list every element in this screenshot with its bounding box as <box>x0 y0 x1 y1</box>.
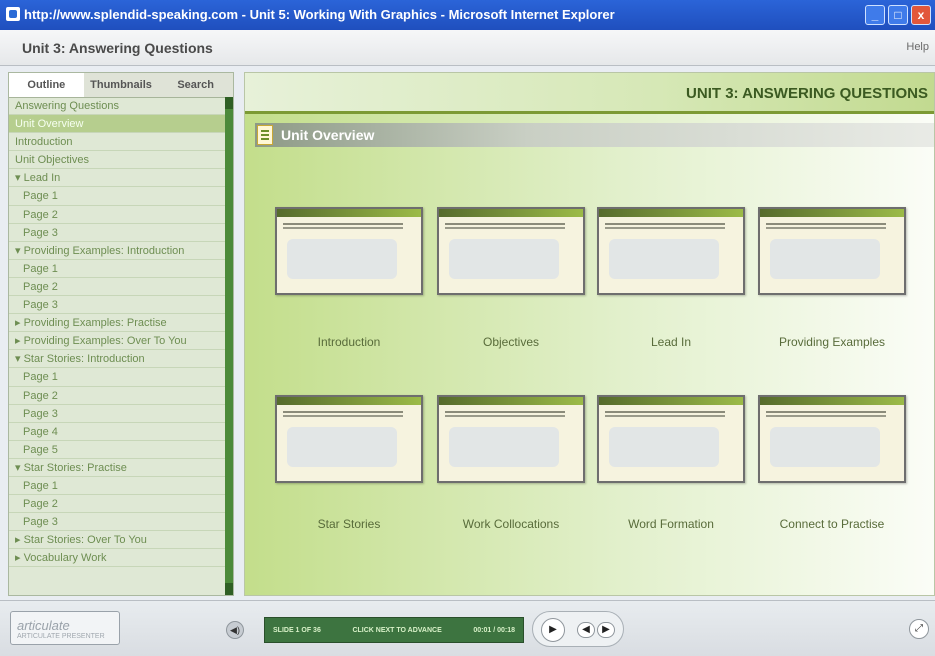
outline-page-item[interactable]: Page 2 <box>9 206 225 224</box>
thumbnail-work-collocations[interactable] <box>437 395 585 483</box>
help-link[interactable]: Help <box>906 41 929 53</box>
outline-section-item[interactable]: ▸ Vocabulary Work <box>9 549 225 568</box>
outline-page-item[interactable]: Page 3 <box>9 513 225 532</box>
outline-section-item[interactable]: ▸ Providing Examples: Over To You <box>9 332 225 351</box>
outline-section-item[interactable]: ▸ Star Stories: Over To You <box>9 531 225 550</box>
thumbnail-connect-to-practise[interactable] <box>758 395 906 483</box>
outline-page-item[interactable]: Page 3 <box>9 296 225 315</box>
close-button[interactable]: x <box>911 5 931 25</box>
previous-slide-button[interactable]: ◀ <box>577 622 595 638</box>
window-title: http://www.splendid-speaking.com - Unit … <box>24 7 615 22</box>
articulate-logo: articulate ARTICULATE PRESENTER <box>10 611 120 645</box>
fullscreen-icon[interactable]: ⤢ <box>909 619 929 639</box>
unit-header: Unit 3: Answering Questions Help <box>0 30 935 66</box>
thumbnail-caption: Star Stories <box>317 517 381 531</box>
thumbnail-objectives[interactable] <box>437 207 585 295</box>
status-message: CLICK NEXT TO ADVANCE <box>352 626 442 634</box>
sidebar-scrollbar[interactable] <box>225 97 233 595</box>
thumbnail-caption: Objectives <box>482 335 540 349</box>
outline-section-item[interactable]: ▾ Star Stories: Introduction <box>9 350 225 369</box>
outline-section-item[interactable]: Unit Overview <box>9 115 225 134</box>
content-area: UNIT 3: ANSWERING QUESTIONS Unit Overvie… <box>244 72 935 596</box>
thumbnail-caption: Word Formation <box>628 517 714 531</box>
ie-icon <box>6 7 20 21</box>
thumbnail-lead-in[interactable] <box>597 207 745 295</box>
thumbnail-caption: Introduction <box>317 335 381 349</box>
thumbnail-caption: Connect to Practise <box>779 517 885 531</box>
outline-page-item[interactable]: Page 3 <box>9 405 225 423</box>
thumbnail-star-stories[interactable] <box>275 395 423 483</box>
thumbnail-caption: Lead In <box>650 335 692 349</box>
content-header: UNIT 3: ANSWERING QUESTIONS <box>245 73 934 114</box>
outline-page-item[interactable]: Page 3 <box>9 224 225 242</box>
outline-page-item[interactable]: Page 2 <box>9 495 225 514</box>
time-display: 00:01 / 00:18 <box>473 626 515 634</box>
maximize-button[interactable]: □ <box>888 5 908 25</box>
outline-page-item[interactable]: Page 5 <box>9 441 225 459</box>
outline-page-item[interactable]: Page 1 <box>9 477 225 496</box>
note-icon <box>257 125 273 145</box>
window-controls: _ □ x <box>865 5 931 25</box>
tab-thumbnails[interactable]: Thumbnails <box>84 73 159 97</box>
unit-title: Unit 3: Answering Questions <box>22 40 213 56</box>
thumbnail-providing-examples[interactable] <box>758 207 906 295</box>
outline-page-item[interactable]: Page 2 <box>9 387 225 405</box>
logo-subtitle: ARTICULATE PRESENTER <box>17 633 105 640</box>
scroll-up-button[interactable] <box>225 97 233 109</box>
outline-section-item[interactable]: ▾ Star Stories: Practise <box>9 459 225 477</box>
slide-counter: SLIDE 1 OF 36 <box>273 626 321 634</box>
volume-icon[interactable]: ◀) <box>226 621 244 639</box>
outline-page-item[interactable]: Page 1 <box>9 260 225 278</box>
status-panel: SLIDE 1 OF 36 CLICK NEXT TO ADVANCE 00:0… <box>264 617 524 643</box>
outline-page-item[interactable]: Page 2 <box>9 278 225 297</box>
tab-outline[interactable]: Outline <box>9 73 84 97</box>
overview-bar: Unit Overview <box>255 123 934 147</box>
sidebar: Outline Thumbnails Search Answering Ques… <box>8 72 234 596</box>
player-controls: articulate ARTICULATE PRESENTER ◀) SLIDE… <box>0 600 935 656</box>
minimize-button[interactable]: _ <box>865 5 885 25</box>
sidebar-tabs: Outline Thumbnails Search <box>9 73 233 98</box>
outline-section-item[interactable]: Unit Objectives <box>9 151 225 170</box>
outline-section-item[interactable]: ▾ Providing Examples: Introduction <box>9 242 225 260</box>
outline-page-item[interactable]: Page 1 <box>9 368 225 387</box>
unit-label: UNIT 3: ANSWERING QUESTIONS <box>686 85 928 102</box>
thumbnail-caption: Providing Examples <box>778 335 886 349</box>
playback-controls: ▶ ◀ ▶ <box>532 611 624 647</box>
thumbnail-word-formation[interactable] <box>597 395 745 483</box>
thumbnail-caption: Work Collocations <box>462 517 560 531</box>
scroll-down-button[interactable] <box>225 583 233 595</box>
outline-list: Answering Questions Unit Overview Introduc… <box>9 97 225 595</box>
tab-search[interactable]: Search <box>158 73 233 97</box>
play-button[interactable]: ▶ <box>541 618 565 642</box>
next-slide-button[interactable]: ▶ <box>597 622 615 638</box>
outline-page-item[interactable]: Page 4 <box>9 423 225 441</box>
window-titlebar: http://www.splendid-speaking.com - Unit … <box>0 0 935 30</box>
overview-title: Unit Overview <box>281 127 375 143</box>
logo-text: articulate <box>17 618 70 633</box>
outline-section-item[interactable]: ▸ Providing Examples: Practise <box>9 314 225 333</box>
thumbnail-introduction[interactable] <box>275 207 423 295</box>
outline-page-item[interactable]: Page 1 <box>9 187 225 206</box>
outline-section-item[interactable]: ▾ Lead In <box>9 169 225 188</box>
outline-section-item[interactable]: Introduction <box>9 133 225 152</box>
outline-section-item[interactable]: Answering Questions <box>9 97 225 116</box>
